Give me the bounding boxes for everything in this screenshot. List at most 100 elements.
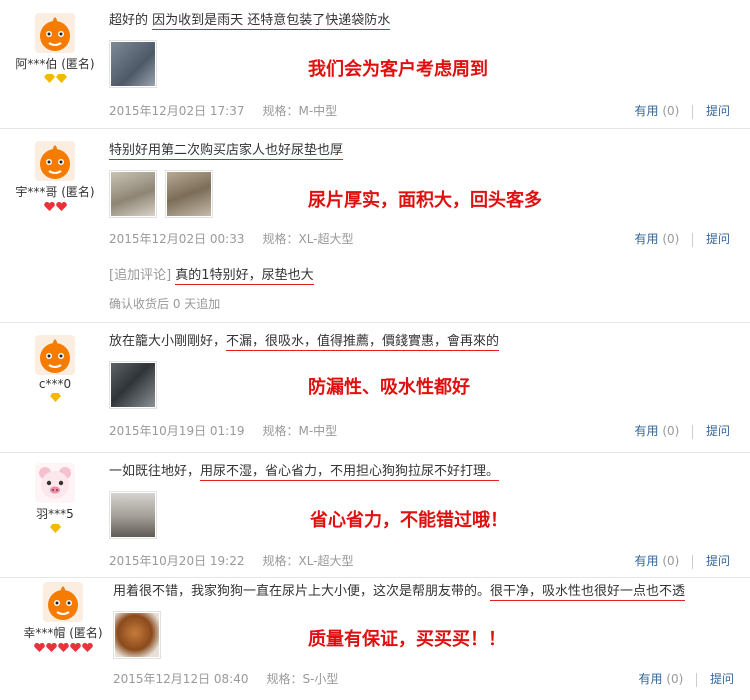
- user-info: 阿***伯 (匿名): [0, 13, 110, 84]
- heart-icon: [69, 643, 81, 652]
- heart-icon: [43, 202, 55, 211]
- review-item: 宇***哥 (匿名) 特别好用第二次购买店家人也好尿垫也厚 尿片厚实，面积大，回…: [0, 129, 750, 322]
- review-photo[interactable]: [109, 40, 157, 88]
- review-actions: 有用 (0) 提问: [634, 102, 730, 119]
- review-sku: 规格：M-中型: [262, 104, 338, 118]
- divider: [692, 104, 694, 119]
- user-info: 宇***哥 (匿名): [0, 141, 110, 212]
- username: 羽***5: [36, 507, 74, 521]
- user-info: 羽***5: [0, 463, 110, 534]
- review-meta: 2015年10月19日 01:19 规格：M-中型: [109, 422, 337, 439]
- heart-icon: [57, 643, 69, 652]
- useful-count: (0): [662, 232, 680, 246]
- review-item: 幸***帽 (匿名) 用着很不错，我家狗狗一直在尿片上大小便，这次是帮朋友带的。…: [0, 578, 750, 700]
- appended-review: [追加评论] 真的1特别好，尿垫也大: [109, 264, 314, 285]
- username: 幸***帽 (匿名): [23, 626, 103, 640]
- review-text-highlight: 很干净，吸水性也很好一点也不透: [490, 584, 686, 601]
- review-sku: 规格：XL-超大型: [262, 232, 354, 246]
- useful-count: (0): [662, 424, 680, 438]
- review-photo[interactable]: [109, 491, 157, 539]
- useful-button[interactable]: 有用: [638, 672, 662, 686]
- avatar[interactable]: [35, 13, 75, 53]
- useful-count: (0): [662, 554, 680, 568]
- review-actions: 有用 (0) 提问: [638, 670, 734, 687]
- diamond-icon: [49, 393, 61, 402]
- review-date: 2015年12月02日 00:33: [109, 232, 245, 246]
- review-photo[interactable]: [165, 170, 213, 218]
- username: 阿***伯 (匿名): [15, 57, 95, 71]
- review-actions: 有用 (0) 提问: [634, 422, 730, 439]
- review-date: 2015年10月20日 19:22: [109, 554, 245, 568]
- avatar[interactable]: [35, 463, 75, 503]
- review-meta: 2015年12月02日 17:37 规格：M-中型: [109, 102, 337, 119]
- user-level-badges: [8, 643, 118, 653]
- avatar[interactable]: [35, 141, 75, 181]
- review-text-highlight: 特别好用第二次购买店家人也好尿垫也厚: [109, 143, 344, 160]
- divider: [692, 232, 694, 247]
- seller-annotation: 防漏性、吸水性都好: [308, 377, 470, 398]
- diamond-icon: [49, 524, 61, 533]
- review-item: c***0 放在籠大小剛剛好，不漏，很吸水，值得推薦，價錢實惠，會再來的 防漏性…: [0, 323, 750, 452]
- useful-button[interactable]: 有用: [634, 424, 658, 438]
- review-photo[interactable]: [113, 611, 161, 659]
- user-info: c***0: [0, 335, 110, 403]
- review-meta: 2015年12月12日 08:40 规格：S-小型: [113, 670, 338, 687]
- review-text-highlight: 不漏，很吸水，值得推薦，價錢實惠，會再來的: [226, 334, 500, 351]
- appended-meta: 确认收货后 0 天追加: [109, 297, 221, 311]
- review-text-highlight: 用尿不湿，省心省力，不用担心狗狗拉尿不好打理。: [200, 464, 500, 481]
- useful-button[interactable]: 有用: [634, 104, 658, 118]
- review-text-plain: 放在籠大小剛剛好，: [109, 334, 227, 349]
- user-level-badges: [0, 393, 110, 403]
- user-info: 幸***帽 (匿名): [8, 582, 118, 653]
- useful-button[interactable]: 有用: [634, 554, 658, 568]
- review-date: 2015年10月19日 01:19: [109, 424, 245, 438]
- review-sku: 规格：S-小型: [266, 672, 339, 686]
- ask-button[interactable]: 提问: [706, 232, 730, 246]
- user-level-badges: [0, 524, 110, 534]
- useful-count: (0): [666, 672, 684, 686]
- ask-button[interactable]: 提问: [706, 554, 730, 568]
- review-date: 2015年12月02日 17:37: [109, 104, 245, 118]
- appended-tag: [追加评论]: [109, 268, 172, 283]
- review-text: 放在籠大小剛剛好，不漏，很吸水，值得推薦，價錢實惠，會再來的: [109, 333, 739, 351]
- heart-icon: [81, 643, 93, 652]
- useful-button[interactable]: 有用: [634, 232, 658, 246]
- review-sku: 规格：XL-超大型: [262, 554, 354, 568]
- avatar[interactable]: [35, 335, 75, 375]
- review-meta: 2015年10月20日 19:22 规格：XL-超大型: [109, 552, 354, 569]
- review-actions: 有用 (0) 提问: [634, 230, 730, 247]
- appended-text: 真的1特别好，尿垫也大: [175, 268, 314, 285]
- review-meta: 2015年12月02日 00:33 规格：XL-超大型: [109, 230, 354, 247]
- review-text: 特别好用第二次购买店家人也好尿垫也厚: [109, 142, 739, 160]
- review-actions: 有用 (0) 提问: [634, 552, 730, 569]
- username: c***0: [38, 377, 72, 391]
- review-text: 用着很不错，我家狗狗一直在尿片上大小便，这次是帮朋友带的。很干净，吸水性也很好一…: [113, 583, 743, 601]
- divider: [692, 554, 694, 569]
- username: 宇***哥 (匿名): [15, 185, 95, 199]
- review-text-highlight: 因为收到是雨天 还特意包装了快递袋防水: [152, 13, 391, 30]
- review-text: 一如既往地好，用尿不湿，省心省力，不用担心狗狗拉尿不好打理。: [109, 463, 739, 481]
- user-level-badges: [0, 74, 110, 84]
- seller-annotation: 我们会为客户考虑周到: [308, 59, 488, 80]
- review-text-plain: 超好的: [109, 13, 149, 28]
- user-level-badges: [0, 202, 110, 212]
- avatar[interactable]: [43, 582, 83, 622]
- ask-button[interactable]: 提问: [710, 672, 734, 686]
- ask-button[interactable]: 提问: [706, 104, 730, 118]
- seller-annotation: 省心省力，不能错过哦！: [310, 510, 508, 531]
- seller-annotation: 质量有保证，买买买！！: [308, 629, 506, 650]
- diamond-icon: [55, 74, 67, 83]
- review-text-plain: 一如既往地好，: [109, 464, 201, 479]
- heart-icon: [55, 202, 67, 211]
- divider: [692, 424, 694, 439]
- review-item: 阿***伯 (匿名) 超好的 因为收到是雨天 还特意包装了快递袋防水 我们会为客…: [0, 0, 750, 128]
- heart-icon: [33, 643, 45, 652]
- review-photo[interactable]: [109, 361, 157, 409]
- review-text-plain: 用着很不错，我家狗狗一直在尿片上大小便，这次是帮朋友带的。: [113, 584, 491, 599]
- useful-count: (0): [662, 104, 680, 118]
- review-text: 超好的 因为收到是雨天 还特意包装了快递袋防水: [109, 12, 739, 30]
- ask-button[interactable]: 提问: [706, 424, 730, 438]
- review-item: 羽***5 一如既往地好，用尿不湿，省心省力，不用担心狗狗拉尿不好打理。 省心省…: [0, 453, 750, 577]
- review-date: 2015年12月12日 08:40: [113, 672, 249, 686]
- review-photo[interactable]: [109, 170, 157, 218]
